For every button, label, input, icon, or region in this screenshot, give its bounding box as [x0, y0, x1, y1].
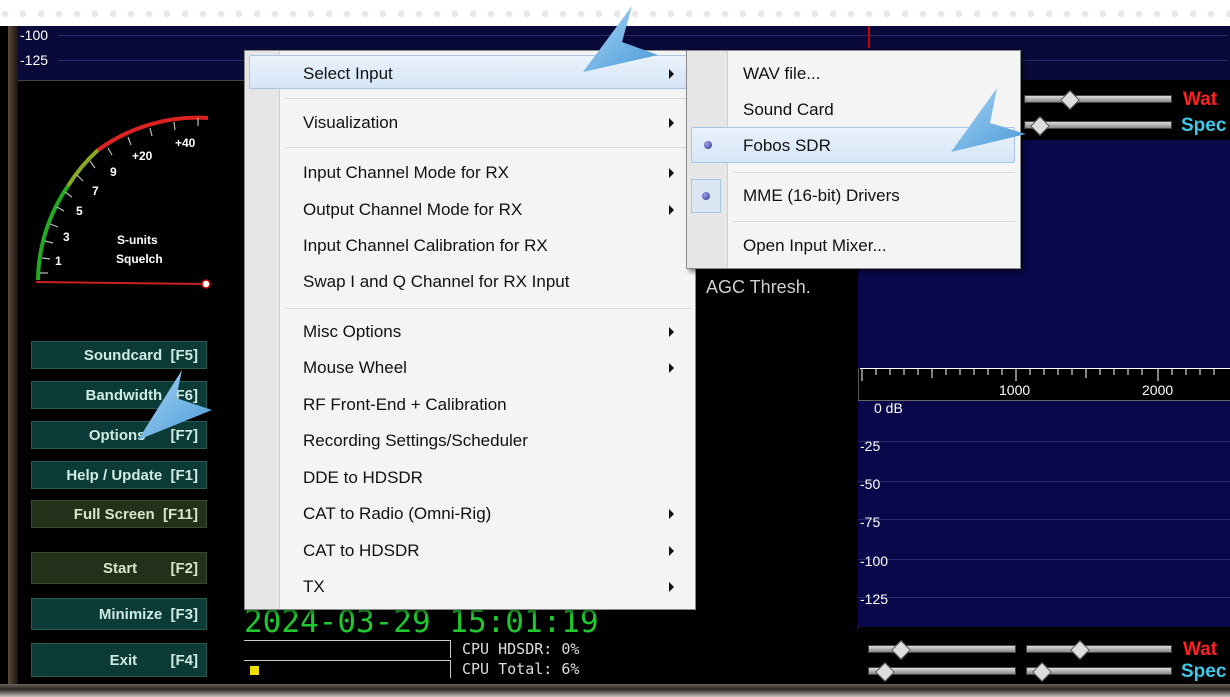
callout-arrow-fobos-icon — [951, 88, 1026, 152]
callout-arrow-select-input-icon — [583, 6, 658, 72]
callout-arrows — [138, 6, 1026, 440]
callout-arrow-options-icon — [138, 370, 212, 440]
window-bottom-edge — [0, 684, 1230, 697]
